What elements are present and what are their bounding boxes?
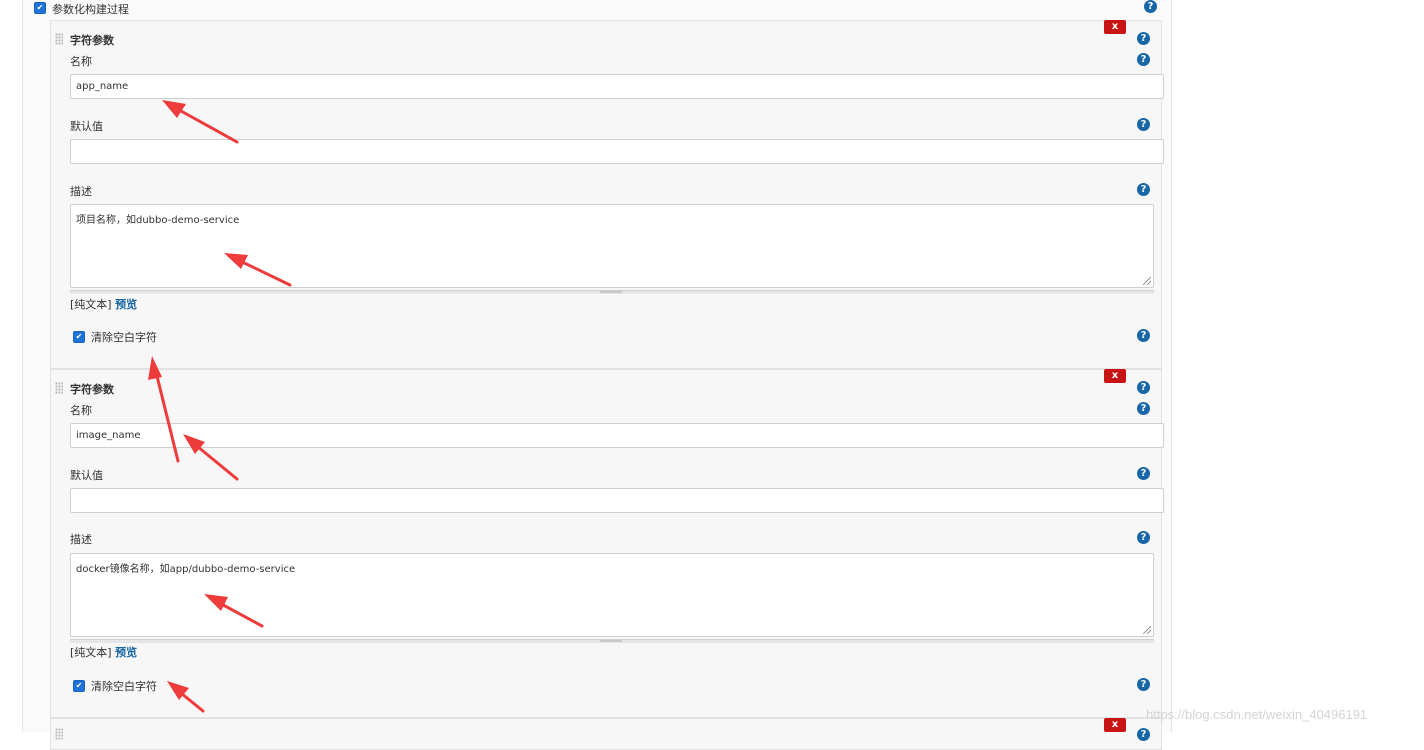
plain-text-label: [纯文本] bbox=[70, 298, 112, 311]
description-text: docker镜像名称，如app/dubbo-demo-service bbox=[76, 564, 296, 575]
name-label: 名称 bbox=[70, 404, 92, 417]
trim-checkbox[interactable] bbox=[73, 331, 85, 343]
default-value-input[interactable] bbox=[70, 139, 1164, 164]
delete-parameter-button[interactable]: x bbox=[1104, 20, 1126, 34]
watermark: https://blog.csdn.net/weixin_40496191 bbox=[1146, 707, 1368, 722]
help-icon[interactable]: ? bbox=[1137, 531, 1150, 544]
delete-parameter-button[interactable]: x bbox=[1104, 718, 1126, 732]
trim-label: 清除空白字符 bbox=[91, 680, 157, 693]
description-textarea[interactable]: docker镜像名称，如app/dubbo-demo-service bbox=[70, 553, 1154, 637]
description-text: 项目名称，如dubbo-demo-service bbox=[76, 215, 240, 226]
drag-handle-icon[interactable] bbox=[55, 728, 63, 740]
name-label: 名称 bbox=[70, 55, 92, 68]
parameter-type-label: 字符参数 bbox=[70, 34, 114, 47]
help-icon[interactable]: ? bbox=[1137, 381, 1150, 394]
help-icon[interactable]: ? bbox=[1144, 0, 1157, 13]
default-value-label: 默认值 bbox=[70, 120, 103, 133]
delete-parameter-button[interactable]: x bbox=[1104, 369, 1126, 383]
resize-handle-icon[interactable] bbox=[1143, 626, 1151, 634]
help-icon[interactable]: ? bbox=[1137, 32, 1150, 45]
help-icon[interactable]: ? bbox=[1137, 183, 1150, 196]
help-icon[interactable]: ? bbox=[1137, 467, 1150, 480]
help-icon[interactable]: ? bbox=[1137, 678, 1150, 691]
help-icon[interactable]: ? bbox=[1137, 329, 1150, 342]
description-label: 描述 bbox=[70, 533, 92, 546]
help-icon[interactable]: ? bbox=[1137, 402, 1150, 415]
parameterized-build-label: 参数化构建过程 bbox=[52, 3, 129, 16]
format-label: [纯文本] 预览 bbox=[70, 644, 137, 660]
help-icon[interactable]: ? bbox=[1137, 118, 1150, 131]
default-value-label: 默认值 bbox=[70, 469, 103, 482]
format-label: [纯文本] 预览 bbox=[70, 296, 137, 312]
help-icon[interactable]: ? bbox=[1137, 728, 1150, 741]
trim-label: 清除空白字符 bbox=[91, 331, 157, 344]
string-parameter-card bbox=[50, 369, 1162, 718]
preview-link[interactable]: 预览 bbox=[115, 646, 137, 659]
trim-checkbox[interactable] bbox=[73, 680, 85, 692]
textarea-resize-bar[interactable] bbox=[70, 290, 1154, 294]
drag-handle-icon[interactable] bbox=[55, 33, 63, 45]
description-textarea[interactable]: 项目名称，如dubbo-demo-service bbox=[70, 204, 1154, 288]
drag-handle-icon[interactable] bbox=[55, 382, 63, 394]
preview-link[interactable]: 预览 bbox=[115, 298, 137, 311]
parameterized-build-checkbox[interactable] bbox=[34, 2, 46, 14]
parameter-type-label: 字符参数 bbox=[70, 383, 114, 396]
description-label: 描述 bbox=[70, 185, 92, 198]
plain-text-label: [纯文本] bbox=[70, 646, 112, 659]
textarea-resize-bar[interactable] bbox=[70, 639, 1154, 643]
default-value-input[interactable] bbox=[70, 488, 1164, 513]
name-input[interactable]: image_name bbox=[70, 423, 1164, 448]
string-parameter-card bbox=[50, 20, 1162, 369]
name-input[interactable]: app_name bbox=[70, 74, 1164, 99]
resize-handle-icon[interactable] bbox=[1143, 277, 1151, 285]
string-parameter-card bbox=[50, 718, 1162, 750]
help-icon[interactable]: ? bbox=[1137, 53, 1150, 66]
